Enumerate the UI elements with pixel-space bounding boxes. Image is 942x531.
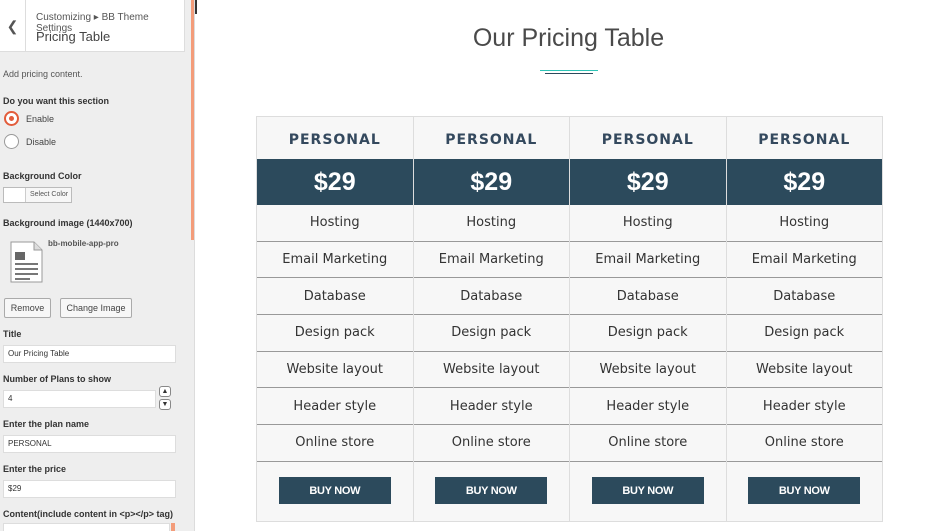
customizer-sidebar: ❮ Customizing ▸ BB Theme Settings Pricin… — [0, 0, 195, 531]
plan-feature: Email Marketing — [726, 242, 882, 279]
plan-price: $29 — [257, 159, 413, 205]
plan-feature: Hosting — [257, 205, 413, 242]
title-underline — [540, 70, 598, 76]
plan-price: $29 — [570, 159, 726, 205]
buy-now-button[interactable]: BUY NOW — [435, 477, 548, 504]
plan-name: PERSONAL — [445, 132, 538, 148]
plan-feature: Online store — [726, 425, 882, 462]
content-editor[interactable] — [3, 523, 170, 531]
buy-button-wrapper: BUY NOW — [414, 477, 570, 504]
decrement-button[interactable]: ▼ — [159, 399, 171, 410]
enable-radio-option[interactable]: Enable — [4, 111, 54, 126]
preview-edge-mark — [195, 0, 197, 14]
image-filename: bb-mobile-app-pro — [48, 239, 119, 248]
bg-color-label: Background Color — [3, 171, 82, 181]
section-title: Pricing Table — [36, 29, 111, 44]
plan-name-label: Enter the plan name — [3, 419, 90, 429]
plan-feature: Header style — [257, 388, 413, 426]
buy-button-wrapper: BUY NOW — [257, 477, 413, 504]
plan-price: $29 — [726, 159, 882, 205]
disable-radio-option[interactable]: Disable — [4, 134, 56, 149]
price-label: Enter the price — [3, 464, 67, 474]
select-color-label: Select Color — [30, 191, 69, 198]
plan-name: PERSONAL — [288, 132, 381, 148]
chevron-left-icon: ❮ — [6, 17, 19, 34]
enable-radio-label: Enable — [26, 113, 55, 124]
plan-feature: Header style — [726, 388, 882, 426]
buy-button-wrapper: BUY NOW — [727, 477, 883, 504]
buy-now-button[interactable]: BUY NOW — [278, 477, 391, 504]
pricing-plan-3: PERSONAL $29 Hosting Email Marketing Databas… — [570, 117, 727, 521]
color-swatch — [4, 188, 26, 202]
plan-price: $29 — [413, 159, 569, 205]
document-icon — [10, 241, 43, 283]
enable-question-label: Do you want this section — [3, 96, 110, 106]
buy-now-button[interactable]: BUY NOW — [591, 477, 704, 504]
pricing-table: PERSONAL $29 Hosting Email Marketing Databas… — [256, 116, 883, 522]
content-label: Content(include content in <p></p> tag) — [3, 509, 174, 519]
plan-feature: Header style — [570, 388, 726, 426]
plan-feature: Database — [570, 278, 726, 316]
bg-image-label: Background image (1440x700) — [3, 218, 133, 228]
plan-feature: Website layout — [257, 352, 413, 389]
plan-name: PERSONAL — [601, 132, 694, 148]
plan-name: PERSONAL — [758, 132, 851, 148]
enable-radio[interactable] — [4, 111, 19, 126]
page-title: Our Pricing Table — [472, 24, 665, 52]
buy-now-button[interactable]: BUY NOW — [748, 477, 861, 504]
plan-feature: Hosting — [413, 205, 569, 242]
pricing-plan-4: PERSONAL $29 Hosting Email Marketing Databas… — [726, 117, 883, 521]
plans-count-label: Number of Plans to show — [3, 374, 112, 384]
price-input[interactable]: $29 — [3, 480, 176, 498]
back-button[interactable]: ❮ — [0, 0, 26, 52]
plan-feature: Website layout — [570, 352, 726, 389]
plans-count-input[interactable]: 4 — [3, 390, 156, 408]
plan-feature: Online store — [570, 425, 726, 462]
plan-feature: Design pack — [726, 315, 882, 352]
plan-name-input[interactable]: PERSONAL — [3, 435, 176, 453]
sidebar-header: ❮ Customizing ▸ BB Theme Settings Pricin… — [0, 0, 185, 52]
change-image-button[interactable]: Change Image — [60, 298, 132, 318]
remove-image-button[interactable]: Remove — [4, 298, 51, 318]
plan-feature: Online store — [257, 425, 413, 462]
plan-feature: Header style — [413, 388, 569, 426]
plan-feature: Website layout — [413, 352, 569, 389]
site-preview: Our Pricing Table PERSONAL $29 Hosting Emai… — [195, 0, 942, 531]
disable-radio[interactable] — [4, 134, 19, 149]
plan-feature: Database — [413, 278, 569, 316]
plans-count-stepper[interactable]: ▲ ▼ — [159, 386, 171, 410]
content-scrollbar[interactable] — [171, 523, 175, 531]
plan-feature: Hosting — [570, 205, 726, 242]
plan-feature: Hosting — [726, 205, 882, 242]
pricing-plan-1: PERSONAL $29 Hosting Email Marketing Databas… — [257, 117, 414, 521]
buy-button-wrapper: BUY NOW — [570, 477, 726, 504]
plan-feature: Design pack — [413, 315, 569, 352]
plan-feature: Database — [257, 278, 413, 316]
title-input[interactable]: Our Pricing Table — [3, 345, 176, 363]
plan-feature: Email Marketing — [413, 242, 569, 279]
plan-feature: Database — [726, 278, 882, 316]
plan-feature: Email Marketing — [570, 242, 726, 279]
plan-feature: Design pack — [570, 315, 726, 352]
plan-feature: Email Marketing — [257, 242, 413, 279]
plan-feature: Design pack — [257, 315, 413, 352]
plan-feature: Online store — [413, 425, 569, 462]
pricing-plan-2: PERSONAL $29 Hosting Email Marketing Databas… — [413, 117, 570, 521]
section-description: Add pricing content. — [3, 69, 83, 79]
increment-button[interactable]: ▲ — [159, 386, 171, 397]
title-label: Title — [3, 329, 22, 339]
disable-radio-label: Disable — [26, 136, 57, 147]
plan-feature: Website layout — [726, 352, 882, 389]
color-picker-button[interactable]: Select Color — [3, 187, 72, 203]
